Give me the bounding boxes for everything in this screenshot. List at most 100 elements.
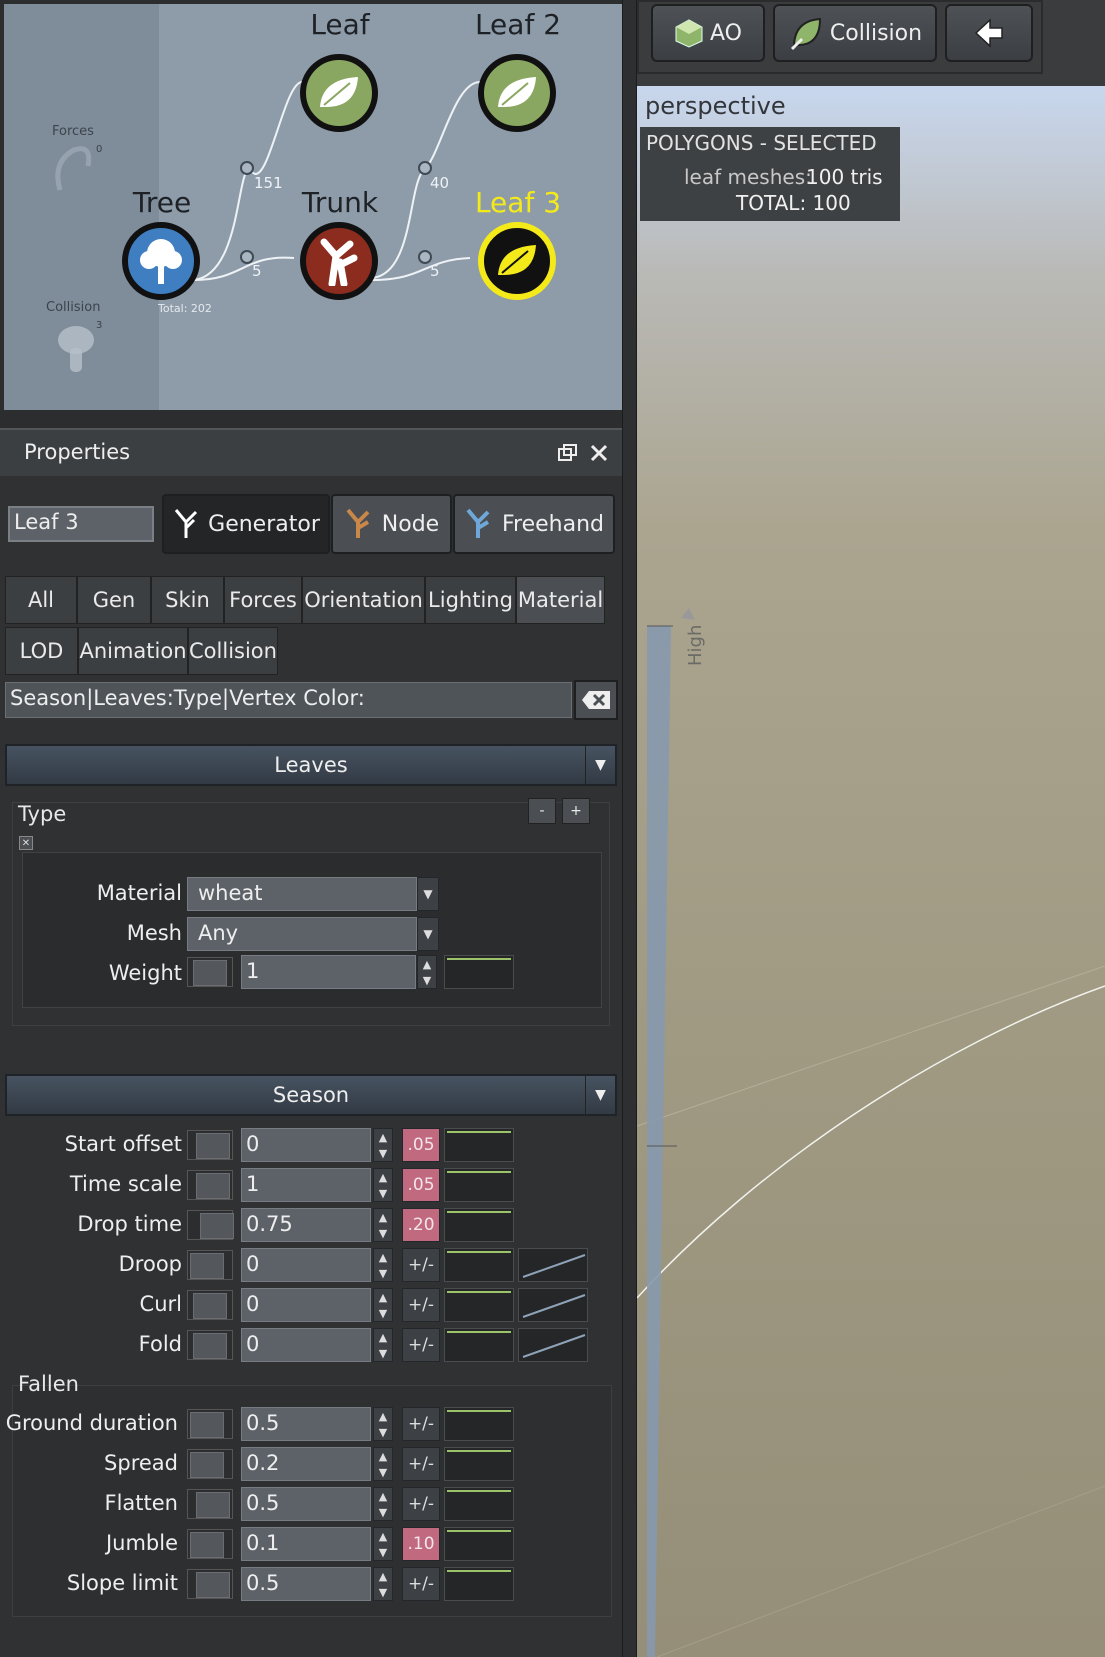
clear-filter-button[interactable]	[574, 680, 618, 720]
weight-spinner[interactable]: ▲ ▼	[417, 955, 437, 989]
row-spinner[interactable]: ▲ ▼	[373, 1168, 393, 1202]
row-curve[interactable]	[444, 1447, 514, 1481]
row-spinner[interactable]: ▲ ▼	[373, 1288, 393, 1322]
remove-type-button[interactable]: -	[528, 798, 556, 824]
row-slider[interactable]	[187, 1130, 233, 1160]
row-variance-button[interactable]: +/-	[402, 1447, 440, 1481]
row-slider[interactable]	[187, 1489, 233, 1519]
row-curve[interactable]	[444, 1168, 514, 1202]
ao-button[interactable]: AO	[651, 4, 765, 62]
row-slider[interactable]	[187, 1330, 233, 1360]
mode-generator-button[interactable]: Generator	[162, 494, 330, 554]
row-value-field[interactable]: 0.1	[241, 1527, 371, 1561]
row-curve[interactable]	[444, 1248, 514, 1282]
node-leaf[interactable]	[300, 54, 378, 132]
row-spinner[interactable]: ▲ ▼	[373, 1487, 393, 1521]
row-slider[interactable]	[187, 1290, 233, 1320]
row-value-field[interactable]: 0	[241, 1248, 371, 1282]
collapse-arrow-icon[interactable]: ▼	[585, 746, 615, 784]
row-variance-button[interactable]: .20	[402, 1208, 440, 1242]
collapse-arrow-icon[interactable]: ▼	[585, 1076, 615, 1114]
row-spinner[interactable]: ▲ ▼	[373, 1128, 393, 1162]
tab-gen[interactable]: Gen	[77, 576, 151, 624]
row-variance-button[interactable]: +/-	[402, 1248, 440, 1282]
close-icon[interactable]	[590, 444, 608, 462]
row-curve[interactable]	[444, 1328, 514, 1362]
row-slider[interactable]	[187, 1409, 233, 1439]
node-tree[interactable]	[122, 222, 200, 300]
row-value-field[interactable]: 0	[241, 1288, 371, 1322]
row-value-field[interactable]: 0.5	[241, 1567, 371, 1601]
vertical-splitter[interactable]	[622, 0, 637, 1657]
weight-field[interactable]: 1	[241, 955, 416, 989]
row-variance-button[interactable]: +/-	[402, 1487, 440, 1521]
mode-freehand-button[interactable]: Freehand	[453, 494, 615, 554]
row-value-field[interactable]: 0.75	[241, 1208, 371, 1242]
graph-connector-dot[interactable]	[418, 161, 432, 175]
material-dropdown[interactable]: wheat	[187, 877, 417, 911]
tab-forces[interactable]: Forces	[224, 576, 302, 624]
row-value-field[interactable]: 0	[241, 1128, 371, 1162]
add-type-button[interactable]: +	[562, 798, 590, 824]
row-variance-button[interactable]: +/-	[402, 1328, 440, 1362]
3d-viewport[interactable]: perspective POLYGONS - SELECTED leaf mes…	[637, 86, 1105, 1657]
row-spinner[interactable]: ▲ ▼	[373, 1328, 393, 1362]
row-curve[interactable]	[444, 1527, 514, 1561]
leaves-section-header[interactable]: Leaves ▼	[5, 744, 617, 786]
tab-material[interactable]: Material	[516, 576, 605, 624]
row-slider[interactable]	[187, 1170, 233, 1200]
row-variance-button[interactable]: .05	[402, 1128, 440, 1162]
row-spinner[interactable]: ▲ ▼	[373, 1527, 393, 1561]
undock-icon[interactable]	[558, 444, 578, 462]
chevron-down-icon[interactable]: ▼	[417, 877, 439, 911]
chevron-down-icon[interactable]: ▼	[417, 917, 439, 951]
row-slider[interactable]	[187, 1449, 233, 1479]
mesh-dropdown[interactable]: Any	[187, 917, 417, 951]
remove-entry-icon[interactable]: ✕	[19, 836, 33, 850]
row-spinner[interactable]: ▲ ▼	[373, 1447, 393, 1481]
row-curve[interactable]	[444, 1487, 514, 1521]
row-curve[interactable]	[444, 1208, 514, 1242]
tab-skin[interactable]: Skin	[151, 576, 224, 624]
property-filter-input[interactable]: Season|Leaves:Type|Vertex Color:	[5, 682, 572, 718]
tab-orientation[interactable]: Orientation	[302, 576, 425, 624]
row-variance-button[interactable]: .10	[402, 1527, 440, 1561]
season-section-header[interactable]: Season ▼	[5, 1074, 617, 1116]
mode-node-button[interactable]: Node	[331, 494, 452, 554]
tab-animation[interactable]: Animation	[78, 627, 188, 675]
row-spinner[interactable]: ▲ ▼	[373, 1248, 393, 1282]
row-ramp[interactable]	[518, 1248, 588, 1282]
row-spinner[interactable]: ▲ ▼	[373, 1407, 393, 1441]
collision-button[interactable]: Collision	[773, 4, 937, 62]
node-leaf3[interactable]	[478, 222, 556, 300]
row-curve[interactable]	[444, 1407, 514, 1441]
row-variance-button[interactable]: +/-	[402, 1567, 440, 1601]
row-curve[interactable]	[444, 1288, 514, 1322]
graph-splitter[interactable]	[0, 410, 622, 428]
row-ramp[interactable]	[518, 1328, 588, 1362]
row-value-field[interactable]: 0	[241, 1328, 371, 1362]
weight-curve[interactable]	[444, 955, 514, 989]
row-value-field[interactable]: 0.2	[241, 1447, 371, 1481]
row-value-field[interactable]: 0.5	[241, 1487, 371, 1521]
row-variance-button[interactable]: +/-	[402, 1288, 440, 1322]
row-value-field[interactable]: 0.5	[241, 1407, 371, 1441]
row-ramp[interactable]	[518, 1288, 588, 1322]
row-variance-button[interactable]: .05	[402, 1168, 440, 1202]
row-slider[interactable]	[187, 1210, 234, 1240]
node-graph[interactable]: Forces 0 Collision 3 151 5 40 5 Total: 2…	[4, 4, 622, 410]
row-curve[interactable]	[444, 1567, 514, 1601]
row-value-field[interactable]: 1	[241, 1168, 371, 1202]
node-leaf2[interactable]	[478, 54, 556, 132]
node-trunk[interactable]	[300, 222, 378, 300]
node-name-field[interactable]: Leaf 3	[8, 506, 154, 542]
row-curve[interactable]	[444, 1128, 514, 1162]
row-variance-button[interactable]: +/-	[402, 1407, 440, 1441]
tab-lighting[interactable]: Lighting	[425, 576, 516, 624]
tab-lod[interactable]: LOD	[5, 627, 78, 675]
row-spinner[interactable]: ▲ ▼	[373, 1567, 393, 1601]
weight-slider[interactable]	[187, 957, 233, 987]
back-button[interactable]	[945, 4, 1033, 62]
row-slider[interactable]	[187, 1250, 233, 1280]
row-slider[interactable]	[187, 1569, 233, 1599]
